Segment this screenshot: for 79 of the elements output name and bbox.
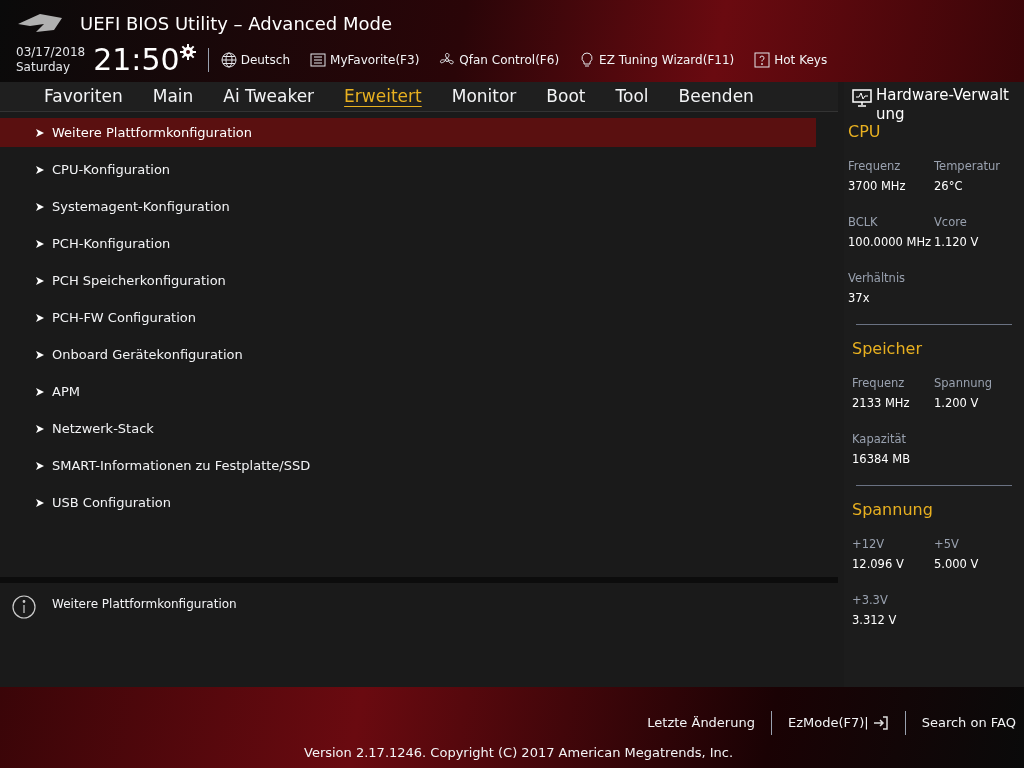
arrow-icon bbox=[36, 128, 44, 137]
date-text: 03/17/2018 bbox=[16, 45, 86, 60]
arrow-icon bbox=[36, 276, 44, 285]
help-text: Weitere Plattformkonfiguration bbox=[52, 596, 237, 613]
reading-value: 1.120 V bbox=[934, 233, 980, 251]
menu-item[interactable]: SMART-Informationen zu Festplatte/SSD bbox=[0, 451, 816, 480]
info-icon bbox=[12, 595, 36, 619]
reading-value: 100.0000 MHz bbox=[848, 233, 933, 251]
reading-value: 26°C bbox=[934, 177, 964, 195]
menu-item[interactable]: CPU-Konfiguration bbox=[0, 155, 816, 184]
toolbar-button[interactable]: EZ Tuning Wizard(F11) bbox=[579, 51, 735, 69]
arrow-icon bbox=[36, 424, 44, 433]
window-title: UEFI BIOS Utility – Advanced Mode bbox=[80, 11, 392, 36]
help-icon bbox=[754, 52, 771, 68]
reading-value: 37x bbox=[848, 289, 871, 307]
arrow-icon bbox=[36, 461, 44, 470]
menu-item[interactable]: PCH-Konfiguration bbox=[0, 229, 816, 258]
arrow-icon bbox=[36, 239, 44, 248]
footer-link[interactable]: Letzte Änderung bbox=[647, 713, 755, 733]
reading-label: BCLK bbox=[848, 213, 879, 231]
section-title: Speicher bbox=[852, 337, 923, 360]
version-text: Version 2.17.1246. Copyright (C) 2017 American Megatrends, Inc. bbox=[304, 744, 734, 762]
toolbar-button[interactable]: Deutsch bbox=[220, 51, 291, 69]
menu-item[interactable]: Onboard Gerätekonfiguration bbox=[0, 340, 816, 369]
reading-label: Verhältnis bbox=[848, 269, 907, 287]
reading-label: Spannung bbox=[934, 374, 994, 392]
menu-item[interactable]: Netzwerk-Stack bbox=[0, 414, 816, 443]
reading-label: +12V bbox=[852, 535, 886, 553]
clock-time: 21:50 bbox=[93, 45, 180, 75]
footer-link[interactable]: Search on FAQ bbox=[921, 713, 1016, 733]
reading-label: Kapazität bbox=[852, 430, 908, 448]
reading-label: Temperatur bbox=[934, 157, 1002, 175]
list-icon bbox=[310, 52, 327, 68]
menu-tab[interactable]: Boot bbox=[546, 83, 586, 110]
menu-tab[interactable]: Tool bbox=[615, 83, 649, 110]
arrow-icon bbox=[36, 387, 44, 396]
menu-tab[interactable]: Favoriten bbox=[44, 83, 123, 110]
arrow-icon bbox=[36, 498, 44, 507]
menu-item[interactable]: APM bbox=[0, 377, 816, 406]
reading-value: 5.000 V bbox=[934, 555, 980, 573]
reading-value: 3.312 V bbox=[852, 611, 898, 629]
reading-label: Frequenz bbox=[848, 157, 902, 175]
section-title: Spannung bbox=[852, 498, 934, 521]
arrow-icon bbox=[36, 202, 44, 211]
menu-tab[interactable]: Beenden bbox=[678, 83, 754, 110]
menu-item[interactable]: Systemagent-Konfiguration bbox=[0, 192, 816, 221]
arrow-icon bbox=[36, 350, 44, 359]
reading-value: 2133 MHz bbox=[852, 394, 911, 412]
toolbar-button[interactable]: Hot Keys bbox=[754, 51, 828, 69]
footer-link[interactable]: EzMode(F7)| bbox=[787, 713, 889, 733]
menu-tab[interactable]: Erweitert bbox=[344, 83, 422, 110]
reading-value: 3700 MHz bbox=[848, 177, 907, 195]
arrow-icon bbox=[36, 313, 44, 322]
reading-value: 12.096 V bbox=[852, 555, 905, 573]
exit-icon bbox=[872, 715, 889, 731]
reading-value: 16384 MB bbox=[852, 450, 912, 468]
settings-icon[interactable] bbox=[179, 44, 196, 60]
menu-item[interactable]: PCH-FW Configuration bbox=[0, 303, 816, 332]
bulb-icon bbox=[579, 52, 596, 68]
reading-label: Vcore bbox=[934, 213, 968, 231]
toolbar-button[interactable]: Qfan Control(F6) bbox=[439, 51, 560, 69]
day-text: Saturday bbox=[16, 60, 72, 75]
menu-item[interactable]: PCH Speicherkonfiguration bbox=[0, 266, 816, 295]
reading-label: +5V bbox=[934, 535, 960, 553]
menu-tab[interactable]: Main bbox=[152, 83, 194, 110]
section-title: CPU bbox=[848, 121, 881, 143]
reading-label: Frequenz bbox=[852, 374, 906, 392]
reading-label: +3.3V bbox=[852, 591, 889, 609]
globe-icon bbox=[220, 52, 237, 68]
menu-tab[interactable]: Monitor bbox=[451, 83, 517, 110]
menu-item[interactable]: USB Configuration bbox=[0, 488, 816, 517]
menu-tab[interactable]: Ai Tweaker bbox=[223, 83, 315, 110]
logo-icon bbox=[16, 12, 64, 34]
menu-item[interactable]: Weitere Plattformkonfiguration bbox=[0, 118, 816, 147]
toolbar-button[interactable]: MyFavorite(F3) bbox=[310, 51, 420, 69]
monitor-icon bbox=[852, 88, 872, 108]
panel-title: Hardware-Verwaltung bbox=[876, 86, 1010, 124]
arrow-icon bbox=[36, 165, 44, 174]
reading-value: 1.200 V bbox=[934, 394, 980, 412]
